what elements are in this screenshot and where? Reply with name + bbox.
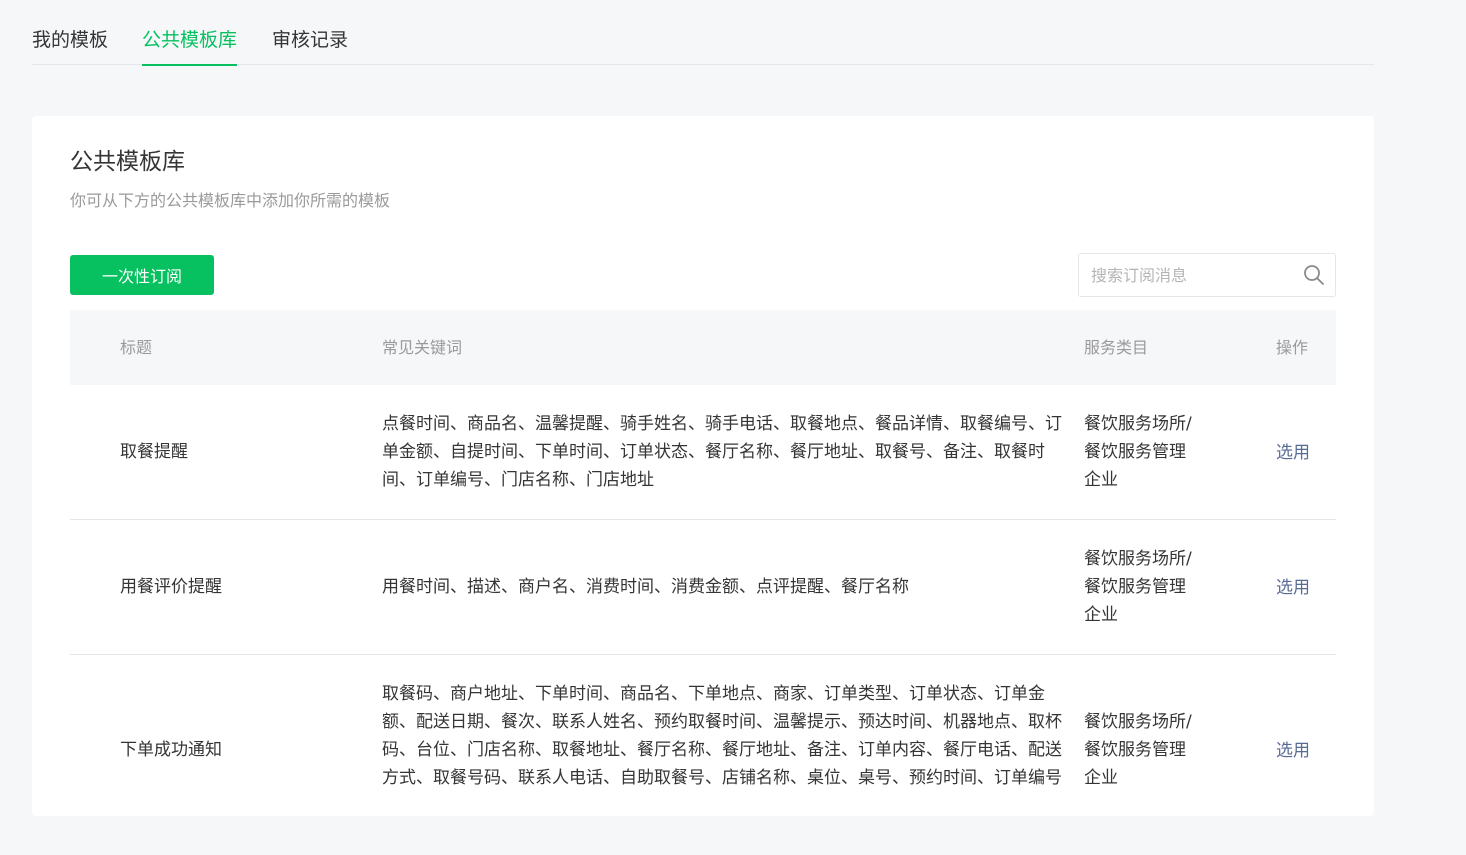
page-title: 公共模板库: [70, 149, 185, 175]
search-box: [1078, 253, 1336, 297]
page-description: 你可从下方的公共模板库中添加你所需的模板: [70, 191, 391, 210]
row-keywords: 用餐时间、描述、商户名、消费时间、消费金额、点评提醒、餐厅名称: [382, 577, 909, 597]
tab-public-library[interactable]: 公共模板库: [142, 26, 238, 66]
row-title: 用餐评价提醒: [120, 577, 222, 597]
header-category: 服务类目: [1084, 338, 1149, 357]
search-icon[interactable]: [1303, 264, 1325, 286]
row-category: 餐饮服务场所/餐饮服务管理企业: [1084, 712, 1192, 788]
header-action: 操作: [1276, 338, 1309, 357]
row-title: 取餐提醒: [120, 442, 188, 462]
header-keywords: 常见关键词: [382, 338, 463, 357]
row-keywords: 取餐码、商户地址、下单时间、商品名、下单地点、商家、订单类型、订单状态、订单金额…: [382, 684, 1062, 788]
tab-my-templates[interactable]: 我的模板: [32, 26, 108, 64]
tab-review-records[interactable]: 审核记录: [272, 26, 348, 64]
table-row: 下单成功通知 取餐码、商户地址、下单时间、商品名、下单地点、商家、订单类型、订单…: [70, 655, 1336, 855]
table-header: 标题 常见关键词 服务类目 操作: [70, 310, 1336, 385]
search-input[interactable]: [1091, 254, 1291, 296]
row-category: 餐饮服务场所/餐饮服务管理企业: [1084, 414, 1192, 490]
table-row: 用餐评价提醒 用餐时间、描述、商户名、消费时间、消费金额、点评提醒、餐厅名称 餐…: [70, 520, 1336, 655]
one-time-subscribe-button[interactable]: 一次性订阅: [70, 255, 214, 295]
table-row: 取餐提醒 点餐时间、商品名、温馨提醒、骑手姓名、骑手电话、取餐地点、餐品详情、取…: [70, 385, 1336, 520]
template-table: 标题 常见关键词 服务类目 操作 取餐提醒 点餐时间、商品名、温馨提醒、骑手姓名…: [70, 310, 1336, 855]
select-template-link[interactable]: 选用: [1276, 439, 1310, 467]
tab-bar: 我的模板 公共模板库 审核记录: [32, 0, 1374, 66]
select-template-link[interactable]: 选用: [1276, 574, 1310, 602]
select-template-link[interactable]: 选用: [1276, 737, 1310, 765]
public-library-panel: 公共模板库 你可从下方的公共模板库中添加你所需的模板 一次性订阅 标题 常见关键…: [32, 116, 1374, 816]
header-title: 标题: [120, 338, 153, 357]
row-title: 下单成功通知: [120, 740, 222, 760]
row-keywords: 点餐时间、商品名、温馨提醒、骑手姓名、骑手电话、取餐地点、餐品详情、取餐编号、订…: [382, 414, 1062, 490]
row-category: 餐饮服务场所/餐饮服务管理企业: [1084, 549, 1192, 625]
